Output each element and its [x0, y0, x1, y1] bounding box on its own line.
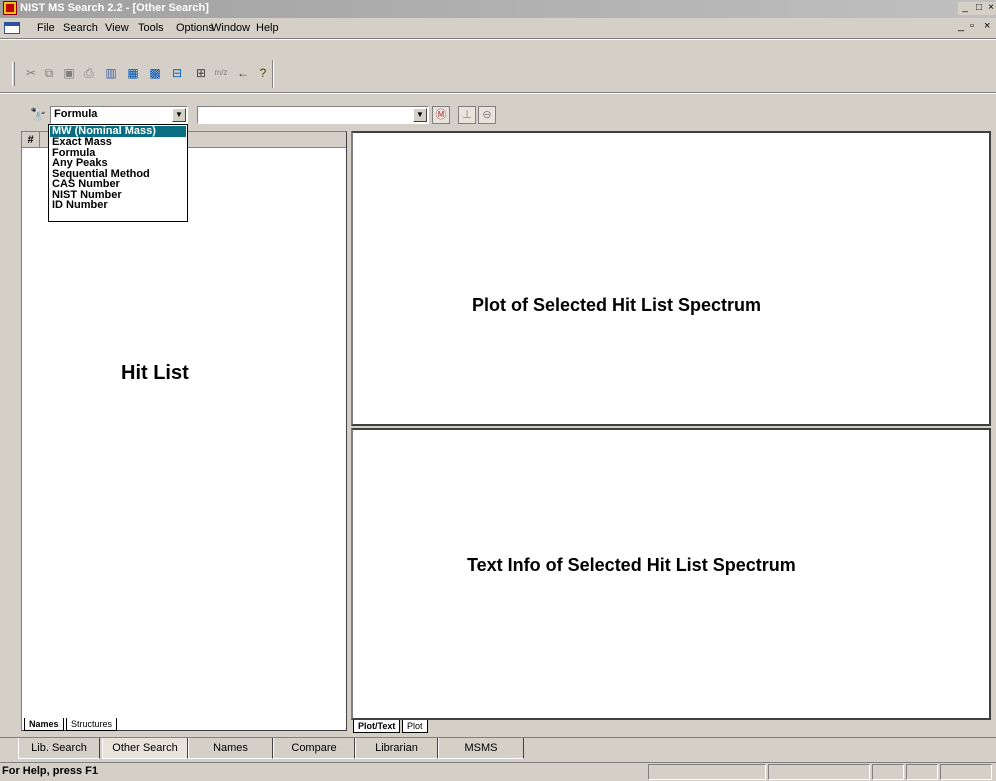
dropdown-option[interactable]: MW (Nominal Mass): [50, 126, 186, 137]
search-go-button[interactable]: Ⓜ: [432, 106, 450, 124]
tab-librarian[interactable]: Librarian: [355, 738, 438, 759]
dropdown-option[interactable]: Any Peaks: [50, 158, 186, 169]
status-panel: [648, 764, 766, 780]
menu-options[interactable]: Options: [176, 22, 214, 34]
search-input-field[interactable]: [198, 107, 412, 123]
cut-icon[interactable]: ✂: [22, 64, 40, 82]
tab-plot[interactable]: Plot: [402, 720, 428, 733]
spectrum-plot-pane[interactable]: [351, 131, 991, 426]
status-panel: [940, 764, 992, 780]
ms-icon[interactable]: ▩: [146, 64, 164, 82]
plot-label: Plot of Selected Hit List Spectrum: [472, 295, 762, 315]
compare-icon[interactable]: ⊟: [168, 64, 186, 82]
hit-list-label: Hit List: [121, 362, 189, 384]
help-icon[interactable]: ?: [254, 64, 272, 82]
status-panel: [768, 764, 870, 780]
info-label: Text Info of Selected Hit List Spectrum: [467, 555, 796, 575]
tab-compare[interactable]: Compare: [273, 738, 355, 759]
menu-search[interactable]: Search: [63, 22, 98, 34]
tab-other-search[interactable]: Other Search: [102, 738, 188, 759]
tab-plot-text[interactable]: Plot/Text: [353, 720, 401, 733]
zoom-icon[interactable]: ⊖: [478, 106, 496, 124]
mdi-close-button[interactable]: ×: [984, 20, 990, 32]
dropdown-option[interactable]: ID Number: [50, 200, 186, 211]
menu-help[interactable]: Help: [256, 22, 279, 34]
search-input[interactable]: ▼: [197, 106, 429, 124]
tab-names-page[interactable]: Names: [188, 738, 273, 759]
toolbar-grip[interactable]: [12, 62, 15, 86]
tab-msms[interactable]: MSMS: [438, 738, 524, 759]
menu-file[interactable]: File: [37, 22, 55, 34]
menu-window[interactable]: Window: [211, 22, 250, 34]
close-button[interactable]: ×: [986, 2, 996, 15]
dropdown-option[interactable]: Exact Mass: [50, 137, 186, 148]
mdi-minimize-button[interactable]: _: [958, 20, 964, 32]
back-arrow-icon[interactable]: ←: [234, 64, 252, 82]
hit-list-number-column[interactable]: #: [22, 132, 40, 148]
paste-icon[interactable]: ▣: [60, 64, 78, 82]
mdi-restore-button[interactable]: ▫: [970, 20, 974, 32]
toolbar-separator-bottom: [0, 92, 996, 94]
document-icon[interactable]: [4, 22, 20, 34]
app-icon[interactable]: [3, 1, 17, 15]
menu-tools[interactable]: Tools: [138, 22, 164, 34]
search-type-arrow-icon[interactable]: ▼: [172, 108, 186, 122]
tab-structures[interactable]: Structures: [66, 718, 118, 731]
menu-view[interactable]: View: [105, 22, 129, 34]
minimize-button[interactable]: _: [958, 2, 972, 15]
tab-names[interactable]: Names: [24, 718, 64, 731]
toolbar-separator: [272, 60, 274, 88]
window-title: NIST MS Search 2.2 - [Other Search]: [20, 2, 209, 14]
library-icon[interactable]: ▦: [124, 64, 142, 82]
search-input-arrow-icon[interactable]: ▼: [413, 108, 427, 122]
maximize-button[interactable]: □: [972, 2, 986, 15]
structure-icon[interactable]: ⊥: [458, 106, 476, 124]
grid-icon[interactable]: ⊞: [192, 64, 210, 82]
search-type-value: Formula: [54, 108, 98, 120]
status-panel: [872, 764, 904, 780]
chart-icon[interactable]: ▥: [102, 64, 120, 82]
search-type-dropdown: MW (Nominal Mass) Exact Mass Formula Any…: [48, 124, 188, 222]
mz-icon[interactable]: m/z: [212, 64, 230, 82]
status-text: For Help, press F1: [2, 765, 98, 777]
menu-separator: [0, 38, 996, 40]
copy-icon[interactable]: ⧉: [40, 64, 58, 82]
search-type-combobox[interactable]: Formula ▼: [50, 106, 188, 124]
print-icon[interactable]: ⎙: [80, 64, 98, 82]
binoculars-icon: 🔭: [30, 107, 47, 122]
status-panel: [906, 764, 938, 780]
dropdown-option[interactable]: CAS Number: [50, 179, 186, 190]
tab-lib-search[interactable]: Lib. Search: [18, 738, 100, 759]
